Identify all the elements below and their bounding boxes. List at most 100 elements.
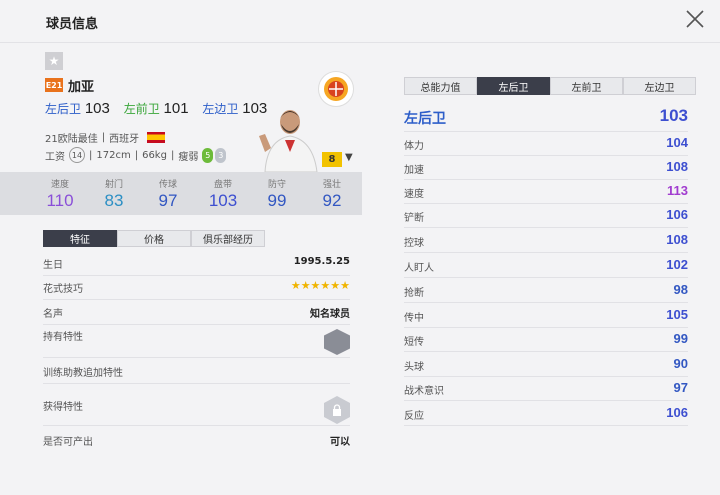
stat-value: 99 xyxy=(267,191,287,210)
stat-defense: 防守 99 xyxy=(252,177,302,211)
detail-label: 短传 xyxy=(404,337,424,348)
stat-shooting: 射门 83 xyxy=(89,177,139,211)
player-name: 加亚 xyxy=(68,80,95,95)
upgrade-level-badge[interactable]: 8 xyxy=(322,152,342,167)
position-label: 左边卫 xyxy=(202,102,239,116)
owned-traits-row: 持有特性 xyxy=(43,328,350,358)
lock-glyph-icon xyxy=(333,404,341,416)
birthday-row: 生日 1995.5.25 xyxy=(43,256,350,276)
stat-value: 83 xyxy=(104,191,124,210)
detail-label: 加速 xyxy=(404,165,424,176)
stat-dribbling: 盘带 103 xyxy=(198,177,248,211)
detail-value: 98 xyxy=(673,282,688,297)
honor-text: 21欧陆最佳 xyxy=(45,134,98,145)
detail-row: 人盯人 102 xyxy=(404,254,688,278)
chevron-down-icon[interactable]: ▼ xyxy=(345,152,353,163)
detail-value: 113 xyxy=(667,183,688,198)
salary-value: 14 xyxy=(69,147,85,163)
detail-position: 左后卫 xyxy=(404,111,446,127)
stat-value: 97 xyxy=(158,191,178,210)
detail-value: 106 xyxy=(666,405,688,420)
detail-row: 抢断 98 xyxy=(404,279,688,303)
player-origin: 21欧陆最佳 | 西班牙 xyxy=(45,130,166,145)
tab-price[interactable]: 价格 xyxy=(117,230,191,247)
detail-label: 铲断 xyxy=(404,213,424,224)
detail-row: 反应 106 xyxy=(404,402,688,426)
weight-text: 66kg xyxy=(142,149,167,161)
stat-value: 92 xyxy=(322,191,342,210)
detail-label: 速度 xyxy=(404,189,424,200)
stat-label: 速度 xyxy=(50,180,69,190)
weak-foot-left: 5 xyxy=(202,147,214,163)
row-label: 是否可产出 xyxy=(43,437,93,448)
stat-passing: 传球 97 xyxy=(143,177,193,211)
stat-label: 盘带 xyxy=(213,180,232,190)
detail-row: 头球 90 xyxy=(404,353,688,377)
detail-label: 人盯人 xyxy=(404,263,434,274)
detail-row: 战术意识 97 xyxy=(404,377,688,401)
weak-foot-right: 3 xyxy=(215,147,227,163)
tab-lwb[interactable]: 左边卫 xyxy=(623,77,696,95)
detail-row: 短传 99 xyxy=(404,328,688,352)
detail-value: 99 xyxy=(673,331,688,346)
detail-row: 速度 113 xyxy=(404,180,688,204)
info-tabs: 特征 价格 俱乐部经历 xyxy=(43,230,265,247)
close-icon[interactable] xyxy=(684,8,706,30)
row-label: 花式技巧 xyxy=(43,284,83,295)
acquired-traits-row: 获得特性 xyxy=(43,396,350,426)
reputation-value: 知名球员 xyxy=(310,309,350,320)
detail-value: 108 xyxy=(666,159,688,174)
tab-lb[interactable]: 左后卫 xyxy=(477,77,550,95)
player-attributes: 工资 14 | 172cm | 66kg | 瘦弱 5 3 xyxy=(45,147,227,163)
header-divider xyxy=(0,42,720,43)
row-label: 训练助教追加特性 xyxy=(43,368,123,379)
tab-traits[interactable]: 特征 xyxy=(43,230,117,247)
window-title: 球员信息 xyxy=(46,17,99,32)
stat-label: 传球 xyxy=(158,180,177,190)
producible-row: 是否可产出 可以 xyxy=(43,433,350,453)
stat-value: 110 xyxy=(46,191,74,210)
detail-row: 体力 104 xyxy=(404,132,688,156)
row-label: 名声 xyxy=(43,309,63,320)
detail-row: 传中 105 xyxy=(404,304,688,328)
position-ratings: 左后卫 103 左前卫 101 左边卫 103 xyxy=(45,100,277,117)
tab-club-history[interactable]: 俱乐部经历 xyxy=(191,230,265,247)
season-badge: E21 xyxy=(45,78,63,92)
tab-lm[interactable]: 左前卫 xyxy=(550,77,623,95)
tab-overall[interactable]: 总能力值 xyxy=(404,77,477,95)
detail-value: 104 xyxy=(666,135,688,150)
detail-row: 加速 108 xyxy=(404,156,688,180)
nationality-text: 西班牙 xyxy=(109,134,140,145)
club-crest-icon xyxy=(324,77,348,101)
trait-badge-icon[interactable] xyxy=(324,329,350,355)
detail-row: 控球 108 xyxy=(404,229,688,253)
detail-label: 控球 xyxy=(404,238,424,249)
build-text: 瘦弱 xyxy=(178,151,199,163)
stat-label: 射门 xyxy=(104,180,123,190)
producible-value: 可以 xyxy=(330,437,350,448)
detail-value: 106 xyxy=(666,207,688,222)
detail-label: 反应 xyxy=(404,411,424,422)
detail-row: 铲断 106 xyxy=(404,204,688,228)
stat-strength: 强壮 92 xyxy=(307,177,357,211)
spain-flag-icon xyxy=(147,132,166,143)
stat-speed: 速度 110 xyxy=(35,177,85,211)
coach-traits-row: 训练助教追加特性 xyxy=(43,364,350,384)
detail-value: 90 xyxy=(673,356,688,371)
stat-label: 防守 xyxy=(267,180,286,190)
club-logo-icon xyxy=(318,71,354,107)
detail-value: 102 xyxy=(666,257,688,272)
detail-header-row: 左后卫 103 xyxy=(404,106,688,132)
detail-value: 108 xyxy=(666,232,688,247)
detail-label: 传中 xyxy=(404,313,424,324)
detail-value: 97 xyxy=(673,380,688,395)
favorite-star-icon[interactable]: ★ xyxy=(45,52,63,70)
position-label: 左前卫 xyxy=(123,102,160,116)
stat-value: 103 xyxy=(208,191,238,210)
detail-position-value: 103 xyxy=(659,106,688,125)
detail-label: 战术意识 xyxy=(404,386,444,397)
row-label: 生日 xyxy=(43,260,63,271)
skill-moves-row: 花式技巧 ★★★★★★ xyxy=(43,279,350,300)
skill-stars-icon: ★★★★★★ xyxy=(290,279,350,292)
salary-label: 工资 xyxy=(45,151,65,163)
